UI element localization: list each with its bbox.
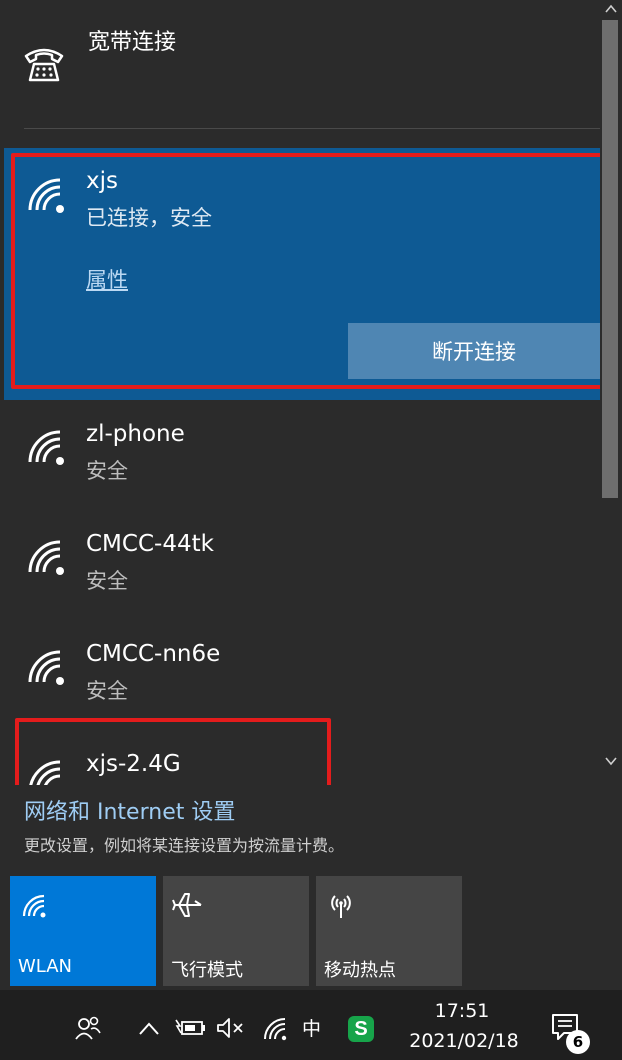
- network-list: 宽带连接 xjs 已连接，安全 属性 断开连接 zl-phone 安全 CMCC…: [0, 0, 600, 785]
- network-name: CMCC-44tk: [86, 531, 214, 557]
- tile-label: 飞行模式: [171, 960, 243, 981]
- notification-count-badge: 6: [566, 1030, 590, 1054]
- scrollbar[interactable]: [600, 0, 622, 785]
- clock-date[interactable]: 2021/02/18: [404, 1030, 524, 1052]
- network-status: 安全: [86, 679, 128, 703]
- network-status: 安全: [86, 569, 128, 593]
- tile-label: WLAN: [18, 956, 73, 977]
- tile-airplane-mode[interactable]: 飞行模式: [163, 876, 309, 986]
- wifi-secured-icon: [28, 540, 64, 575]
- broadband-title: 宽带连接: [88, 30, 177, 55]
- chevron-up-icon[interactable]: [604, 2, 618, 16]
- wifi-icon[interactable]: [262, 1016, 288, 1042]
- wifi-secured-icon: [28, 178, 64, 213]
- wifi-secured-icon: [28, 430, 64, 465]
- disconnect-button[interactable]: 断开连接: [348, 323, 600, 379]
- chevron-down-icon[interactable]: [604, 754, 618, 768]
- battery-charging-icon[interactable]: [174, 1016, 206, 1040]
- speaker-muted-icon[interactable]: [216, 1016, 246, 1040]
- network-name: zl-phone: [86, 421, 185, 447]
- scrollbar-thumb[interactable]: [602, 20, 618, 498]
- network-flyout: 宽带连接 xjs 已连接，安全 属性 断开连接 zl-phone 安全 CMCC…: [0, 0, 622, 990]
- divider: [24, 128, 600, 129]
- tile-wlan[interactable]: WLAN: [10, 876, 156, 986]
- tile-label: 移动热点: [324, 960, 396, 981]
- network-name: xjs: [86, 168, 118, 194]
- airplane-icon: [172, 893, 202, 917]
- tile-mobile-hotspot[interactable]: 移动热点: [316, 876, 462, 986]
- clock-time[interactable]: 17:51: [430, 1000, 494, 1022]
- ime-indicator[interactable]: 中: [302, 1014, 321, 1041]
- chevron-up-icon[interactable]: [138, 1020, 160, 1036]
- dial-up-phone-icon: [24, 48, 64, 82]
- network-name: CMCC-nn6e: [86, 641, 221, 667]
- settings-description: 更改设置，例如将某连接设置为按流量计费。: [24, 836, 345, 855]
- wifi-icon: [22, 894, 46, 918]
- network-status: 安全: [86, 459, 128, 483]
- network-name: xjs-2.4G: [86, 751, 181, 777]
- taskbar: 中 S 17:51 2021/02/18 6: [0, 990, 622, 1060]
- wifi-secured-icon: [28, 650, 64, 685]
- hotspot-icon: [331, 895, 351, 918]
- properties-link[interactable]: 属性: [86, 264, 128, 294]
- network-status: 已连接，安全: [86, 206, 212, 230]
- broadband-connection[interactable]: 宽带连接: [0, 0, 600, 118]
- network-settings-link[interactable]: 网络和 Internet 设置: [24, 794, 235, 826]
- people-icon[interactable]: [74, 1014, 102, 1042]
- sogou-ime-icon[interactable]: S: [348, 1016, 374, 1042]
- wifi-secured-icon: [29, 760, 61, 785]
